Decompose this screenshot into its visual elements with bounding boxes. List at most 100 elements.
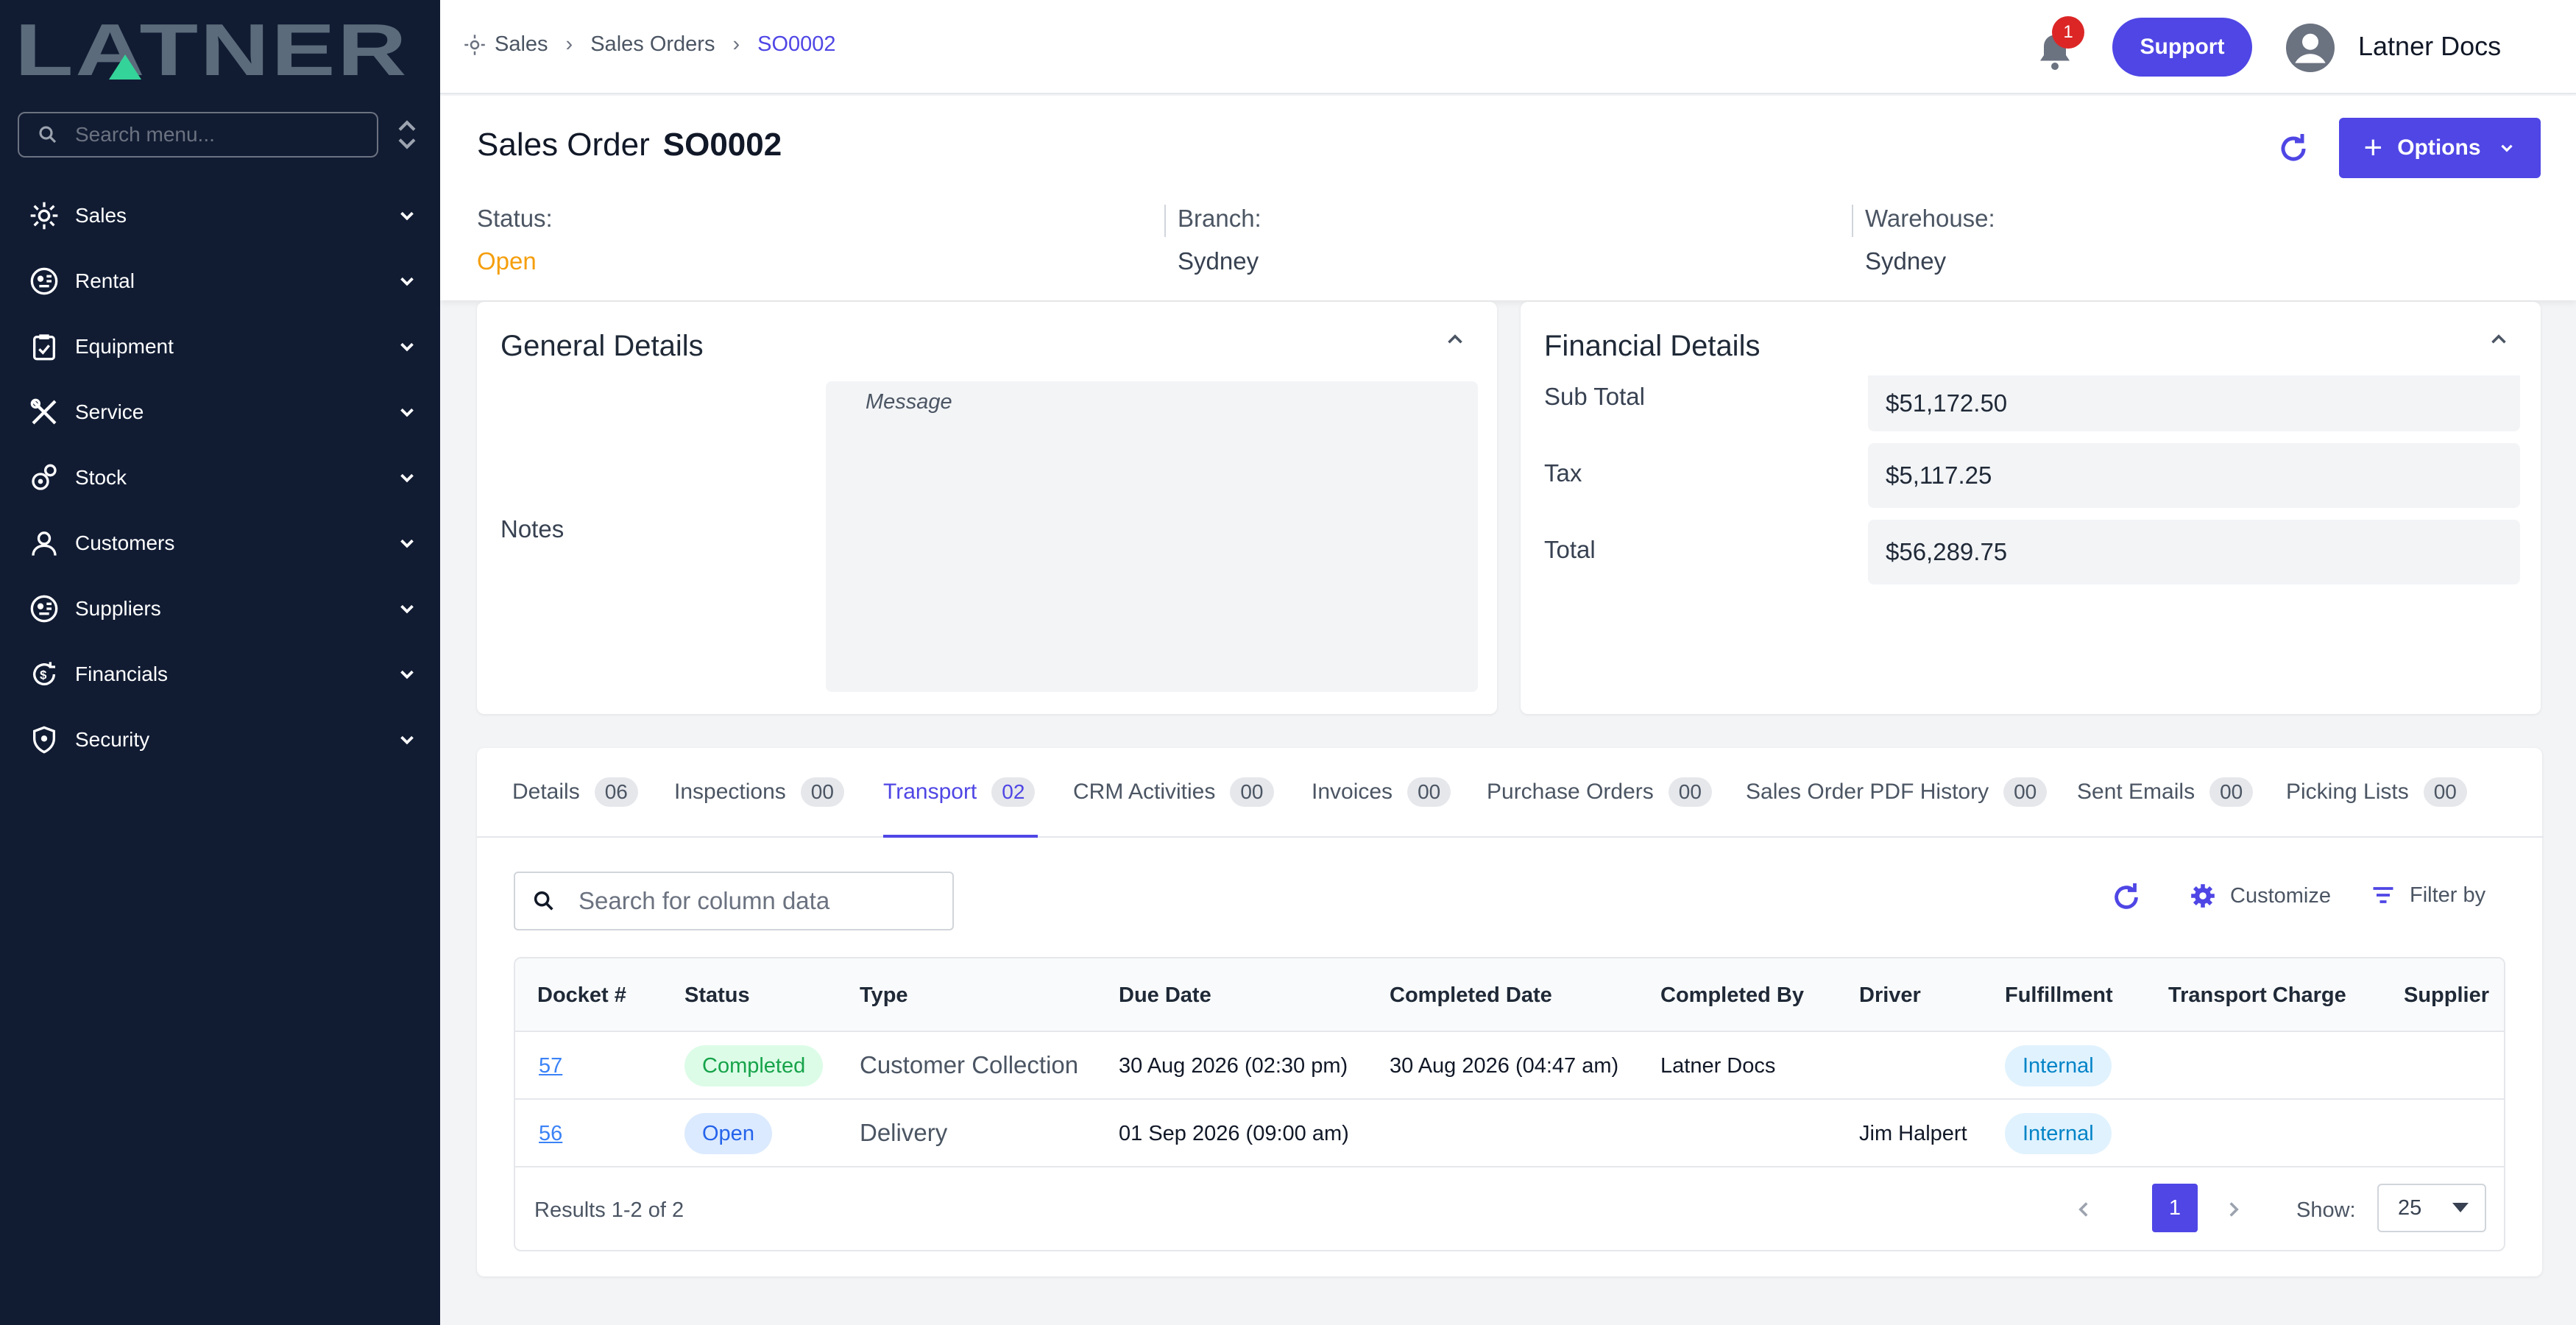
tab-label: Transport xyxy=(883,780,977,804)
chevron-left-icon[interactable] xyxy=(2071,1197,2096,1222)
fulfillment-badge: Internal xyxy=(2005,1045,2112,1086)
top-bar: Sales › Sales Orders › SO0002 1 Support … xyxy=(440,0,2576,94)
column-header[interactable]: Type xyxy=(860,983,908,1008)
tab-sales-order-pdf-history[interactable]: Sales Order PDF History 00 xyxy=(1746,777,2048,807)
sidebar-item-label: Equipment xyxy=(75,334,174,358)
tab-count: 00 xyxy=(2209,777,2254,807)
subtotal-value: $51,172.50 xyxy=(1868,375,2520,431)
tab-crm-activities[interactable]: CRM Activities 00 xyxy=(1073,777,1274,807)
service-icon xyxy=(28,396,60,428)
stock-icon xyxy=(28,462,60,494)
completed-date-cell: 30 Aug 2026 (04:47 am) xyxy=(1390,1054,1619,1078)
breadcrumb-sales-orders[interactable]: Sales Orders xyxy=(590,32,715,57)
filter-icon xyxy=(2373,887,2393,903)
sidebar-item-label: Sales xyxy=(75,203,127,227)
tab-label: Picking Lists xyxy=(2286,780,2409,804)
tax-value: $5,117.25 xyxy=(1868,443,2520,508)
chevron-down-icon xyxy=(400,408,414,417)
warehouse-value: Sydney xyxy=(1865,247,1947,275)
sidebar: LATNER Search menu... Sales Rental Equip… xyxy=(0,0,440,1325)
breadcrumb-separator-icon: › xyxy=(732,32,740,56)
docket-link[interactable]: 57 xyxy=(539,1054,562,1078)
column-header[interactable]: Completed By xyxy=(1660,983,1804,1008)
type-cell: Customer Collection xyxy=(860,1051,1079,1078)
sidebar-item-label: Customers xyxy=(75,531,175,554)
chevron-down-icon xyxy=(400,604,414,613)
table-row: 56 Open Delivery 01 Sep 2026 (09:00 am) … xyxy=(515,1100,2504,1167)
filter-button[interactable]: Filter by xyxy=(2370,882,2485,908)
options-button[interactable]: + Options xyxy=(2339,118,2541,178)
tab-inspections[interactable]: Inspections 00 xyxy=(674,777,844,807)
plus-icon: + xyxy=(2363,130,2383,166)
tab-count: 02 xyxy=(991,777,1036,807)
sidebar-item-service[interactable]: Service xyxy=(0,379,440,445)
transport-table: Docket # Status Type Due Date Completed … xyxy=(514,957,2505,1251)
suppliers-icon xyxy=(28,593,60,625)
sidebar-item-equipment[interactable]: Equipment xyxy=(0,314,440,379)
column-header[interactable]: Transport Charge xyxy=(2168,983,2346,1008)
chevron-right-icon[interactable] xyxy=(2221,1197,2246,1222)
sidebar-item-security[interactable]: Security xyxy=(0,707,440,772)
docket-link[interactable]: 56 xyxy=(539,1122,562,1146)
sidebar-search[interactable]: Search menu... xyxy=(18,112,378,158)
support-button[interactable]: Support xyxy=(2112,18,2252,77)
column-header[interactable]: Driver xyxy=(1859,983,1921,1008)
driver-cell: Jim Halpert xyxy=(1859,1122,1967,1145)
tab-transport[interactable]: Transport 02 xyxy=(883,777,1036,807)
financials-icon: $ xyxy=(28,658,60,690)
latner-logo[interactable]: LATNER xyxy=(15,16,412,82)
customize-button[interactable]: Customize xyxy=(2189,882,2331,910)
sidebar-item-financials[interactable]: $ Financials xyxy=(0,641,440,707)
page-size-select[interactable]: 25 xyxy=(2377,1184,2486,1232)
chevron-down-icon xyxy=(400,473,414,482)
active-tab-indicator xyxy=(883,835,1038,838)
sidebar-item-sales[interactable]: Sales xyxy=(0,183,440,248)
page-title-prefix: Sales Order xyxy=(477,127,650,163)
due-date-cell: 30 Aug 2026 (02:30 pm) xyxy=(1119,1054,1348,1078)
tabs-card: Details 06 Inspections 00 Transport 02 CRM … xyxy=(477,748,2544,1276)
column-header[interactable]: Supplier xyxy=(2404,983,2489,1008)
column-header[interactable]: Docket # xyxy=(537,983,626,1008)
column-header[interactable]: Completed Date xyxy=(1390,983,1552,1008)
chevron-up-icon[interactable] xyxy=(2486,327,2511,352)
warehouse-field: Warehouse: Sydney xyxy=(1865,205,1995,275)
tab-label: Purchase Orders xyxy=(1487,780,1654,804)
tab-sent-emails[interactable]: Sent Emails 00 xyxy=(2077,777,2254,807)
breadcrumb: Sales › Sales Orders › SO0002 xyxy=(464,32,836,57)
chevron-down-icon xyxy=(400,211,414,220)
refresh-icon[interactable] xyxy=(2276,131,2311,166)
user-name[interactable]: Latner Docs xyxy=(2358,31,2501,62)
chevron-down-icon xyxy=(400,539,414,548)
tab-purchase-orders[interactable]: Purchase Orders 00 xyxy=(1487,777,1712,807)
tab-details[interactable]: Details 06 xyxy=(512,777,638,807)
tab-picking-lists[interactable]: Picking Lists 00 xyxy=(2286,777,2467,807)
pagination-page-current[interactable]: 1 xyxy=(2152,1184,2198,1232)
notes-textarea[interactable]: Message xyxy=(826,381,1478,692)
branch-label: Branch: xyxy=(1178,205,1262,232)
tab-label: CRM Activities xyxy=(1073,780,1216,804)
sidebar-item-stock[interactable]: Stock xyxy=(0,445,440,510)
sidebar-item-suppliers[interactable]: Suppliers xyxy=(0,576,440,641)
column-search-input[interactable]: Search for column data xyxy=(514,872,954,930)
notification-badge: 1 xyxy=(2052,16,2084,49)
tab-invoices[interactable]: Invoices 00 xyxy=(1312,777,1451,807)
total-value: $56,289.75 xyxy=(1868,520,2520,584)
sidebar-item-label: Financials xyxy=(75,662,169,685)
column-header[interactable]: Fulfillment xyxy=(2005,983,2113,1008)
filter-label: Filter by xyxy=(2410,883,2486,907)
divider xyxy=(1164,205,1166,237)
avatar[interactable] xyxy=(2286,24,2335,72)
tax-label: Tax xyxy=(1544,459,1582,487)
chevron-up-icon[interactable] xyxy=(1443,327,1468,352)
collapse-sidebar-icon[interactable] xyxy=(394,116,420,153)
sidebar-item-customers[interactable]: Customers xyxy=(0,510,440,576)
column-header[interactable]: Due Date xyxy=(1119,983,1211,1008)
sidebar-item-rental[interactable]: Rental xyxy=(0,248,440,314)
column-header[interactable]: Status xyxy=(684,983,750,1008)
refresh-icon[interactable] xyxy=(2109,880,2143,914)
general-details-title: General Details xyxy=(500,330,704,362)
customize-label: Customize xyxy=(2230,883,2331,908)
search-icon xyxy=(534,891,553,911)
notes-label: Notes xyxy=(500,515,565,543)
breadcrumb-sales[interactable]: Sales xyxy=(495,32,548,57)
